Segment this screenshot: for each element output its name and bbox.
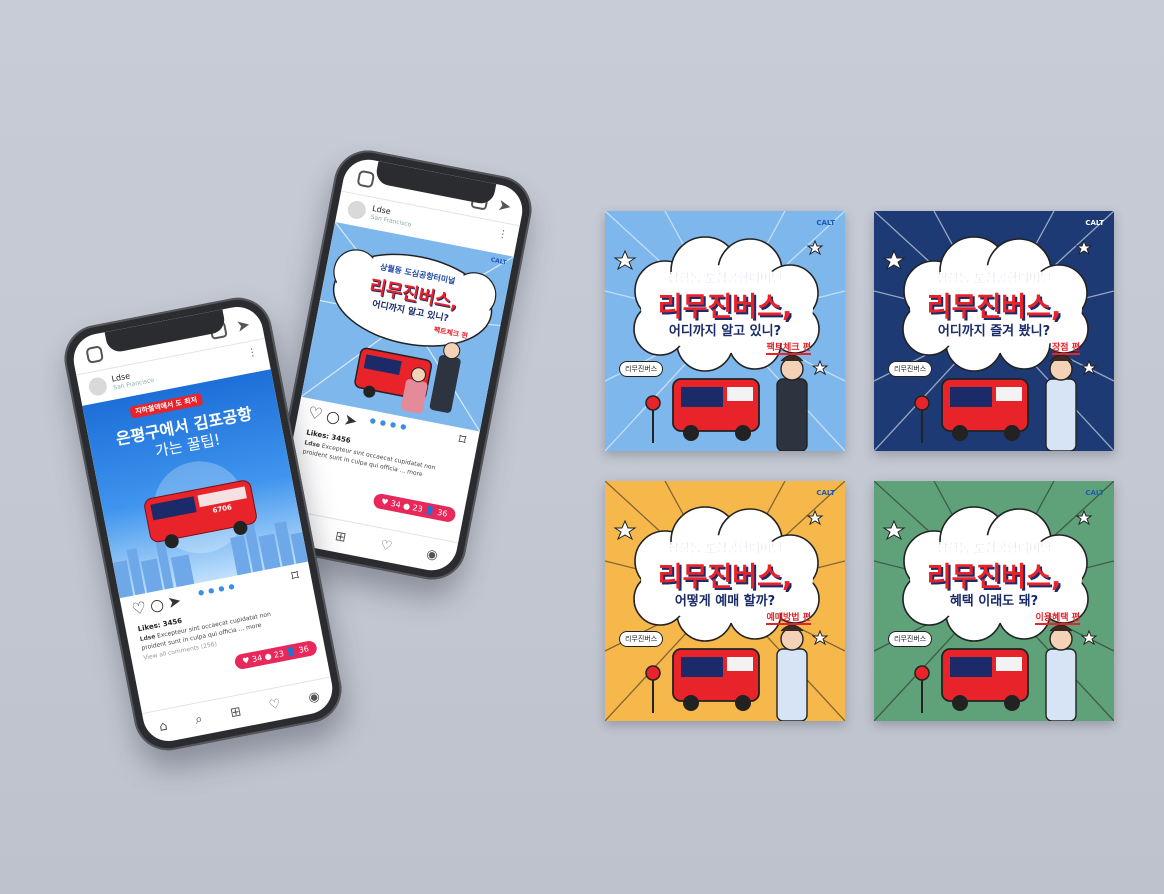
badge-comments: 23 [273,649,285,660]
caption-user[interactable]: Ldse [304,439,321,449]
camera-icon[interactable] [85,345,105,364]
share-icon[interactable]: ➤ [342,409,363,431]
card-line3: 어떻게 예매 할까? [674,594,776,609]
card-episode-tag: 예매방법 편 [766,610,811,625]
card-line3: 어디까지 즐겨 봤니? [937,324,1051,339]
activity-badge: ♥ 34 ● 23 👤 36 [233,639,319,671]
promo-card[interactable]: CALT 삼성동 도심공항터미널리무진버스, 혜택 이래도 돼? 이용혜택 편리무진버… [874,481,1114,721]
bus-stop-sign: 리무진버스 [619,631,664,647]
profile-icon[interactable]: ◉ [307,689,321,706]
heart-icon[interactable]: ♡ [379,537,393,554]
badge-likes: 34 [389,498,402,510]
bus-stop-sign: 리무진버스 [619,361,664,377]
camera-icon[interactable] [356,169,376,189]
badge-likes: 34 [251,653,263,665]
phone-screen: ➤ Ldse San Francisco ⋮ [273,155,527,575]
post-image[interactable]: 상월동 도심공항터미널 리무진버스, 어디까지 알고 있니? 팩트체크 편 CA… [301,221,514,432]
avatar[interactable] [87,375,109,398]
card-line1: 삼성동 도심공항터미널 [936,271,1052,285]
heart-icon[interactable]: ♡ [268,696,282,713]
post-location[interactable]: San Francisco [370,214,412,229]
post-caption: Ldse Excepteur sint occaecat cupidatat n… [302,438,462,486]
promo-card[interactable]: CALT 삼성동 도심공항터미널리무진버스, 어디까지 즐겨 봤니? 장점 편리무진버… [874,211,1114,451]
direct-message-icon[interactable]: ➤ [235,315,252,336]
badge-followers: 36 [436,507,449,519]
home-icon[interactable]: ⌂ [158,718,169,734]
avatar[interactable] [346,199,368,221]
card-line1: 삼성동 도심공항터미널 [667,541,783,555]
add-icon[interactable]: ⊞ [229,704,243,721]
more-icon[interactable]: ⋮ [246,347,258,360]
card-line2: 리무진버스, [926,292,1062,323]
search-icon[interactable]: ⌕ [194,711,204,727]
profile-icon[interactable]: ◉ [425,546,439,563]
calt-logo: CALT [1085,219,1104,227]
card-episode-tag: 장점 편 [1052,340,1080,355]
card-line2: 리무진버스, [657,562,793,593]
caption-text: Excepteur sint occaecat cupidatat non pr… [302,442,436,479]
more-icon[interactable]: ⋮ [497,228,509,241]
carousel-dots: ● ● ● ● [369,416,409,432]
post-image[interactable]: 지하철역에서 도 최저 은평구에서 김포공항 가는 꿀팁! 6706 [82,369,309,599]
bus-stop-sign: 리무진버스 [888,631,933,647]
share-icon[interactable]: ➤ [166,590,187,612]
card-line3: 혜택 이래도 돼? [949,594,1039,609]
card-line2: 리무진버스, [657,292,793,323]
promo-card[interactable]: CALT 삼성동 도심공항터미널리무진버스, 어떻게 예매 할까? 예매방법 편리무진… [605,481,845,721]
bus-stop-sign: 리무진버스 [888,361,933,377]
card-episode-tag: 이용혜택 편 [1035,610,1080,625]
card-line1: 삼성동 도심공항터미널 [936,541,1052,555]
card-line1: 삼성동 도심공항터미널 [667,271,783,285]
calt-logo: CALT [816,219,835,227]
carousel-dots: ● ● ● ● [197,582,237,598]
promo-card[interactable]: CALT 삼성동 도심공항터미널리무진버스, 어디까지 알고 있니? 팩트체크 편리무… [605,211,845,451]
badge-followers: 36 [297,644,310,655]
card-episode-tag: 팩트체크 편 [766,340,811,355]
card-line2: 리무진버스, [926,562,1062,593]
bottom-nav: ⌂ ⌕ ⊞ ♡ ◉ [141,676,337,746]
card-line3: 어디까지 알고 있니? [668,324,782,339]
bookmark-icon[interactable]: ⌑ [457,432,467,449]
calt-logo: CALT [1085,489,1104,497]
bookmark-icon[interactable]: ⌑ [290,568,300,585]
calt-logo: CALT [816,489,835,497]
badge-comments: 23 [411,503,424,514]
direct-message-icon[interactable]: ➤ [496,195,513,216]
add-icon[interactable]: ⊞ [334,528,348,545]
activity-badge: ♥ 34 ● 23 👤 36 [371,492,457,524]
